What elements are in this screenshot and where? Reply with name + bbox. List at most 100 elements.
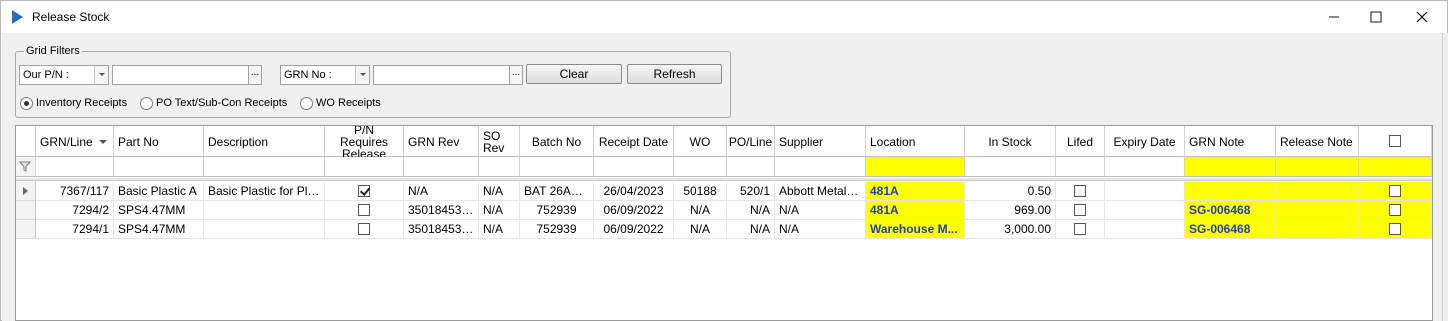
cell-part-no[interactable]: Basic Plastic A <box>114 182 204 201</box>
cell-expiry-date[interactable] <box>1105 201 1185 220</box>
header-part-no[interactable]: Part No <box>114 126 204 157</box>
header-release-note[interactable]: Release Note <box>1276 126 1359 157</box>
cell-grn-line[interactable]: 7367/117 <box>36 182 114 201</box>
pn-requires-release-checkbox[interactable] <box>358 184 370 197</box>
cell-grn-note[interactable]: SG-006468 <box>1185 201 1276 220</box>
cell-select[interactable] <box>1359 182 1432 201</box>
row-selector[interactable] <box>16 220 36 239</box>
cell-in-stock[interactable]: 969.00 <box>965 201 1056 220</box>
cell-po-line[interactable]: 520/1 <box>727 182 775 201</box>
cell-receipt-date[interactable]: 06/09/2022 <box>594 220 674 239</box>
radio-inventory-receipts[interactable]: Inventory Receipts <box>20 95 127 111</box>
cell-pn-requires-release[interactable] <box>325 182 404 201</box>
header-expiry-date[interactable]: Expiry Date <box>1105 126 1185 157</box>
cell-batch-no[interactable]: 752939 <box>520 220 594 239</box>
cell-receipt-date[interactable]: 26/04/2023 <box>594 182 674 201</box>
cell-part-no[interactable]: SPS4.47MM <box>114 201 204 220</box>
cell-grn-rev[interactable]: 350184537... <box>404 220 479 239</box>
part-number-combo[interactable]: Our P/N : <box>19 65 109 85</box>
close-button[interactable] <box>1399 1 1445 33</box>
row-selector[interactable] <box>16 201 36 220</box>
filter-so-rev[interactable] <box>479 157 520 176</box>
filter-release-note[interactable] <box>1276 157 1359 176</box>
header-select-all[interactable] <box>1359 126 1432 157</box>
cell-supplier[interactable]: N/A <box>775 220 866 239</box>
part-number-browse-button[interactable]: ... <box>248 65 262 85</box>
cell-select[interactable] <box>1359 201 1432 220</box>
header-batch-no[interactable]: Batch No <box>520 126 594 157</box>
cell-so-rev[interactable]: N/A <box>479 201 520 220</box>
filter-batch-no[interactable] <box>520 157 594 176</box>
cell-po-line[interactable]: N/A <box>727 220 775 239</box>
row-selector[interactable] <box>16 182 36 201</box>
filter-part-no[interactable] <box>114 157 204 176</box>
cell-supplier[interactable]: Abbott Metal S... <box>775 182 866 201</box>
cell-wo[interactable]: N/A <box>674 220 727 239</box>
cell-description[interactable]: Basic Plastic for Plast... <box>204 182 325 201</box>
header-grn-line[interactable]: GRN/Line <box>36 126 114 157</box>
cell-grn-rev[interactable]: 350184537... <box>404 201 479 220</box>
filter-grn-rev[interactable] <box>404 157 479 176</box>
cell-in-stock[interactable]: 0.50 <box>965 182 1056 201</box>
cell-select[interactable] <box>1359 220 1432 239</box>
header-pn-requires-release[interactable]: P/N Requires Release <box>325 126 404 160</box>
refresh-button[interactable]: Refresh <box>627 64 722 84</box>
cell-pn-requires-release[interactable] <box>325 220 404 239</box>
cell-location[interactable]: Warehouse M... <box>866 220 965 239</box>
cell-location[interactable]: 481A <box>866 201 965 220</box>
cell-description[interactable] <box>204 220 325 239</box>
cell-in-stock[interactable]: 3,000.00 <box>965 220 1056 239</box>
cell-expiry-date[interactable] <box>1105 220 1185 239</box>
cell-location[interactable]: 481A <box>866 182 965 201</box>
filter-expiry-date[interactable] <box>1105 157 1185 176</box>
cell-release-note[interactable] <box>1276 220 1359 239</box>
cell-grn-line[interactable]: 7294/2 <box>36 201 114 220</box>
table-row[interactable]: 7294/2 SPS4.47MM 350184537... N/A 752939… <box>16 201 1432 220</box>
filter-wo[interactable] <box>674 157 727 176</box>
cell-grn-note[interactable]: SG-006468 <box>1185 220 1276 239</box>
grn-number-combo[interactable]: GRN No : <box>280 65 370 85</box>
radio-po-text-subcon-receipts[interactable]: PO Text/Sub-Con Receipts <box>140 95 287 111</box>
select-row-checkbox[interactable] <box>1389 222 1401 235</box>
filter-lifed[interactable] <box>1056 157 1105 176</box>
header-wo[interactable]: WO <box>674 126 727 157</box>
header-description[interactable]: Description <box>204 126 325 157</box>
header-grn-rev[interactable]: GRN Rev <box>404 126 479 157</box>
cell-release-note[interactable] <box>1276 201 1359 220</box>
filter-select[interactable] <box>1359 157 1432 176</box>
header-grn-note[interactable]: GRN Note <box>1185 126 1276 157</box>
maximize-button[interactable] <box>1353 1 1399 33</box>
filter-supplier[interactable] <box>775 157 866 176</box>
select-row-checkbox[interactable] <box>1389 184 1401 197</box>
select-all-checkbox[interactable] <box>1389 134 1401 147</box>
cell-so-rev[interactable]: N/A <box>479 182 520 201</box>
select-row-checkbox[interactable] <box>1389 203 1401 216</box>
pn-requires-release-checkbox[interactable] <box>358 203 370 216</box>
cell-grn-line[interactable]: 7294/1 <box>36 220 114 239</box>
cell-wo[interactable]: 50188 <box>674 182 727 201</box>
grn-number-input[interactable] <box>373 65 510 85</box>
header-in-stock[interactable]: In Stock <box>965 126 1056 157</box>
filter-grn-line[interactable] <box>36 157 114 176</box>
header-receipt-date[interactable]: Receipt Date <box>594 126 674 157</box>
cell-lifed[interactable] <box>1056 220 1105 239</box>
radio-selected-icon[interactable] <box>20 96 33 110</box>
table-row[interactable]: 7294/1 SPS4.47MM 350184537... N/A 752939… <box>16 220 1432 239</box>
filter-in-stock[interactable] <box>965 157 1056 176</box>
part-number-input[interactable] <box>112 65 249 85</box>
header-supplier[interactable]: Supplier <box>775 126 866 157</box>
minimize-button[interactable] <box>1311 1 1357 33</box>
grn-number-browse-button[interactable]: ... <box>509 65 523 85</box>
cell-description[interactable] <box>204 201 325 220</box>
cell-batch-no[interactable]: BAT 26Apr... <box>520 182 594 201</box>
filter-po-line[interactable] <box>727 157 775 176</box>
radio-wo-receipts[interactable]: WO Receipts <box>300 95 381 111</box>
cell-release-note[interactable] <box>1276 182 1359 201</box>
cell-batch-no[interactable]: 752939 <box>520 201 594 220</box>
cell-part-no[interactable]: SPS4.47MM <box>114 220 204 239</box>
lifed-checkbox[interactable] <box>1074 203 1086 216</box>
radio-unselected-icon[interactable] <box>300 96 313 110</box>
cell-lifed[interactable] <box>1056 201 1105 220</box>
radio-unselected-icon[interactable] <box>140 96 153 110</box>
table-row[interactable]: 7367/117 Basic Plastic A Basic Plastic f… <box>16 182 1432 201</box>
